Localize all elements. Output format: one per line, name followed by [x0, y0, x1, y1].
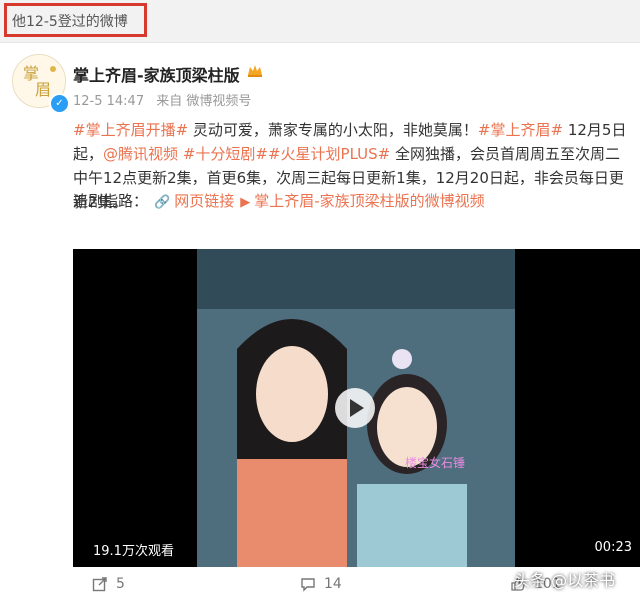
caption-bar: 他12-5登过的微博 — [0, 0, 640, 43]
verified-icon: ✓ — [49, 93, 70, 114]
share-icon — [92, 577, 107, 592]
web-link[interactable]: 网页链接 — [174, 192, 234, 210]
mention-tencent-video[interactable]: @腾讯视频 — [103, 145, 178, 163]
hashtag-shortdrama[interactable]: #十分短剧##火星计划PLUS# — [183, 145, 390, 163]
post-source: 来自 微博视频号 — [156, 94, 252, 109]
share-button[interactable]: 5 — [92, 576, 125, 592]
link-icon: 🔗 — [154, 195, 171, 210]
video-duration: 00:23 — [594, 540, 632, 555]
source-watermark: 头条 @以茶书 — [514, 571, 616, 590]
view-count: 19.1万次观看 — [93, 544, 174, 559]
share-count: 5 — [116, 576, 125, 592]
hashtag-kaibo[interactable]: #掌上齐眉开播# — [73, 121, 188, 139]
hashtag-show[interactable]: #掌上齐眉# — [478, 121, 563, 139]
caption-text: 他12-5登过的微博 — [12, 14, 128, 30]
video-player[interactable]: 楼宝女石锤 19.1万次观看 00:23 — [73, 249, 640, 567]
svg-text:眉: 眉 — [35, 80, 51, 99]
video-overlay-text: 楼宝女石锤 — [405, 456, 466, 470]
crown-icon — [248, 65, 262, 77]
weibo-video-link[interactable]: 掌上齐眉-家族顶梁柱版的微博视频 — [254, 192, 484, 210]
follow-guide: 追剧指路： 🔗 网页链接 ▶ 掌上齐眉-家族顶梁柱版的微博视频 — [73, 190, 485, 211]
author-name[interactable]: 掌上齐眉-家族顶梁柱版 — [73, 62, 240, 86]
post-time[interactable]: 12-5 14:47 — [73, 94, 144, 109]
post-text-segment: 灵动可爱，萧家专属的小太阳，非她莫属！ — [188, 121, 478, 139]
play-icon[interactable] — [335, 388, 375, 428]
comment-button[interactable]: 14 — [300, 576, 342, 592]
comment-count: 14 — [324, 576, 342, 592]
comment-icon — [301, 578, 315, 592]
follow-label: 追剧指路： — [73, 192, 149, 210]
post-meta: 12-5 14:47 来自 微博视频号 — [73, 90, 259, 109]
video-link-icon: ▶ — [240, 195, 251, 210]
